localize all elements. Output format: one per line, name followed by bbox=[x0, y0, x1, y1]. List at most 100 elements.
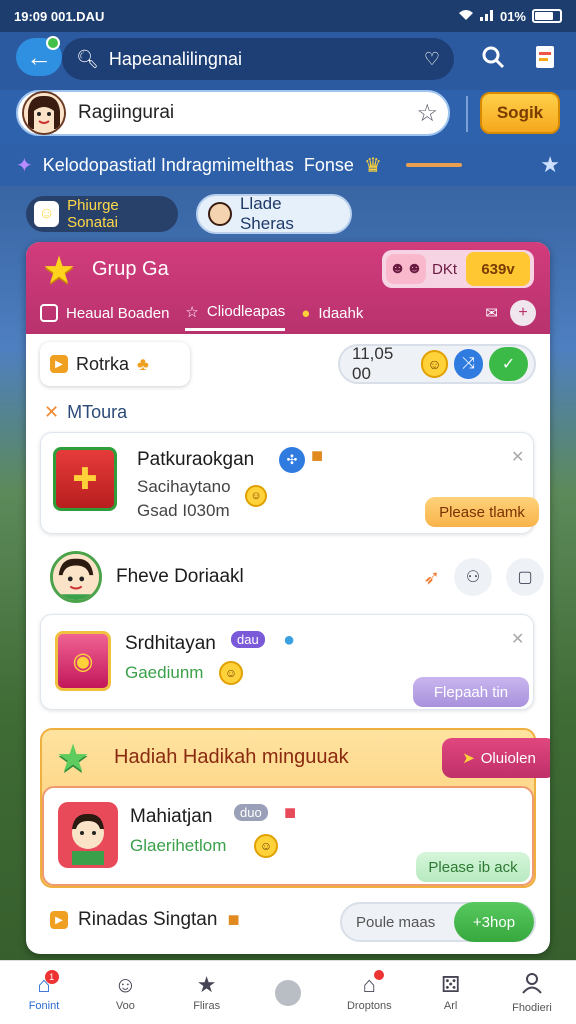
shop-button[interactable]: +3hop bbox=[454, 902, 534, 942]
item-action-button[interactable]: Flepaah tin bbox=[413, 677, 529, 707]
square-icon bbox=[40, 304, 58, 322]
item-action-button[interactable]: Please tlamk bbox=[425, 497, 539, 527]
back-button[interactable]: ← bbox=[16, 36, 62, 76]
primary-action-button[interactable]: Sogik bbox=[480, 92, 560, 134]
tab-heaual-boaden[interactable]: Heaual Boaden bbox=[40, 295, 169, 331]
group-title: Grup Ga bbox=[92, 258, 169, 280]
score-value: 11,05 00 bbox=[352, 344, 394, 383]
search-bar[interactable]: 🔍︎ Hapeanalilingnai ♡ bbox=[62, 38, 454, 80]
panel-header: ★ Grup Ga ☻☻ DKt 639v Heaual Boaden ☆ Cl… bbox=[26, 242, 550, 334]
nav-item-voo[interactable]: ☺ Voo bbox=[95, 973, 155, 1012]
notification-badge: 1 bbox=[44, 969, 59, 984]
rocket-icon: ➶ bbox=[423, 566, 440, 589]
star-outline-icon: ☆ bbox=[185, 303, 199, 321]
score-pill: 11,05 00 ☺ ⤨ ✓ bbox=[338, 344, 536, 384]
star-icon[interactable]: ★ bbox=[540, 152, 560, 178]
backpack-icon: ■ bbox=[284, 802, 297, 824]
divider bbox=[466, 96, 468, 132]
square-icon: ▶ bbox=[50, 911, 68, 929]
nav-label: Arl bbox=[443, 999, 458, 1012]
nav-label: Fliras bbox=[193, 999, 221, 1012]
nav-item-fliras[interactable]: ★ Fliras bbox=[177, 973, 237, 1012]
wifi-icon bbox=[458, 9, 474, 24]
chip-label: Phiurge Sonatai bbox=[67, 197, 119, 231]
profile-field[interactable]: Ragiingurai ☆ bbox=[16, 90, 450, 136]
gamepad-icon[interactable]: ⚇ bbox=[454, 558, 492, 596]
square-icon[interactable]: ▢ bbox=[506, 558, 544, 596]
medal-icon: ● bbox=[301, 304, 311, 322]
list-item[interactable]: ◉ Srdhitayan dau ● Gaediunm ☺ ✕ Flepaah … bbox=[40, 614, 534, 710]
square-icon: ▶ bbox=[50, 355, 68, 373]
badge-value: 639v bbox=[466, 252, 530, 286]
house-icon: ⌂ bbox=[363, 969, 384, 996]
avatar bbox=[58, 802, 118, 868]
tab-cliodleapas[interactable]: ☆ Cliodleapas bbox=[185, 295, 286, 331]
ticker-bar: ✦ Kelodopastiatl Indragmimelthas Fonse ♛… bbox=[0, 144, 576, 186]
user-icon bbox=[521, 972, 543, 998]
chip-label: Llade Sheras bbox=[239, 194, 294, 233]
list-item[interactable]: Fheve Doriaakl ➶ ⚇ ▢ bbox=[50, 546, 544, 608]
nav-label: Droptons bbox=[346, 999, 392, 1012]
star-outline-icon[interactable]: ☆ bbox=[416, 99, 438, 128]
sparkle-icon: ✕ bbox=[44, 402, 60, 422]
pill-label: Poule maas bbox=[356, 913, 436, 931]
face-icon: ☺ bbox=[34, 201, 60, 227]
nav-item-profile[interactable]: Fhodieri bbox=[502, 972, 562, 1014]
globe-icon: ● bbox=[283, 629, 296, 651]
nav-label: Fhodieri bbox=[512, 1001, 552, 1014]
section-label: ✕ MToura bbox=[44, 402, 127, 423]
add-icon[interactable]: + bbox=[510, 300, 536, 326]
status-time: 19:09 001.DAU bbox=[14, 8, 105, 24]
tab-idaahk[interactable]: ● Idaahk bbox=[301, 295, 363, 331]
avatar bbox=[50, 551, 102, 603]
star-icon: ★ bbox=[42, 250, 77, 292]
search-icon[interactable] bbox=[478, 42, 508, 72]
gift-icon: ♣ bbox=[137, 353, 149, 374]
item-subtitle: Glaerihetlom bbox=[130, 836, 227, 855]
promo-item[interactable]: Mahiatjan duo ■ Glaerihetlom ☺ Please ib… bbox=[42, 786, 534, 886]
action-pill: Poule maas +3hop bbox=[340, 902, 536, 942]
star-icon: ★ bbox=[56, 738, 91, 780]
badge-icon: ✣ bbox=[279, 447, 305, 473]
item-title: Mahiatjan bbox=[130, 806, 213, 827]
item-title: Srdhitayan bbox=[125, 633, 216, 654]
group-panel: ★ Grup Ga ☻☻ DKt 639v Heaual Boaden ☆ Cl… bbox=[26, 242, 550, 954]
item-tag: duo bbox=[234, 804, 268, 821]
nav-item-home[interactable]: ⌂ 1 Fonint bbox=[14, 969, 74, 1012]
close-icon[interactable]: ✕ bbox=[511, 629, 524, 649]
promo-button[interactable]: ➤ Oluiolen bbox=[442, 738, 550, 778]
gift-icon: ✚ bbox=[53, 447, 117, 511]
item-title: Patkuraokgan bbox=[137, 449, 255, 470]
nav-item-center[interactable] bbox=[258, 979, 318, 1006]
nav-item-arl[interactable]: ⚄ Arl bbox=[421, 973, 481, 1012]
group-badge[interactable]: ☻☻ DKt 639v bbox=[382, 250, 534, 288]
list-item[interactable]: ✚ Patkuraokgan ✣ ■ Sacihaytano Gsad I030… bbox=[40, 432, 539, 534]
ticket-icon: ➤ bbox=[462, 750, 475, 767]
notification-dot bbox=[46, 36, 60, 50]
rotrka-chip[interactable]: ▶ Rotrka ♣ bbox=[40, 342, 190, 386]
shuffle-icon[interactable]: ⤨ bbox=[454, 349, 484, 379]
mail-icon[interactable]: ✉ bbox=[485, 304, 498, 322]
tab-label: Idaahk bbox=[318, 304, 364, 322]
notes-icon[interactable] bbox=[530, 42, 560, 72]
item-subtitle: Sacihaytano bbox=[137, 477, 231, 496]
promo-button-label: Oluiolen bbox=[480, 749, 536, 767]
item-action-button[interactable]: Please ib ack bbox=[416, 852, 530, 882]
chip-filter-1[interactable]: ☺ Phiurge Sonatai bbox=[26, 196, 178, 232]
nav-item-droptons[interactable]: ⌂ Droptons bbox=[339, 969, 399, 1012]
chip-filter-2[interactable]: Llade Sheras bbox=[196, 194, 352, 234]
badge-label: DKt bbox=[432, 260, 458, 278]
status-bar: 19:09 001.DAU 01% bbox=[0, 0, 576, 32]
battery-icon bbox=[532, 9, 562, 23]
person-search-icon: 🔍︎ bbox=[76, 48, 99, 69]
avatar bbox=[22, 91, 66, 135]
check-icon[interactable]: ✓ bbox=[489, 347, 528, 381]
heart-icon[interactable]: ♡ bbox=[424, 49, 440, 70]
tab-label: Cliodleapas bbox=[206, 303, 286, 320]
profile-name: Ragiingurai bbox=[78, 102, 175, 123]
nav-label: Fonint bbox=[28, 999, 60, 1012]
bottom-navigation: ⌂ 1 Fonint ☺ Voo ★ Fliras ⌂ Droptons ⚄ Ar… bbox=[0, 960, 576, 1024]
treasure-icon: ■ bbox=[311, 445, 324, 467]
trophy-icon: ♛ bbox=[363, 154, 382, 177]
close-icon[interactable]: ✕ bbox=[511, 447, 524, 467]
